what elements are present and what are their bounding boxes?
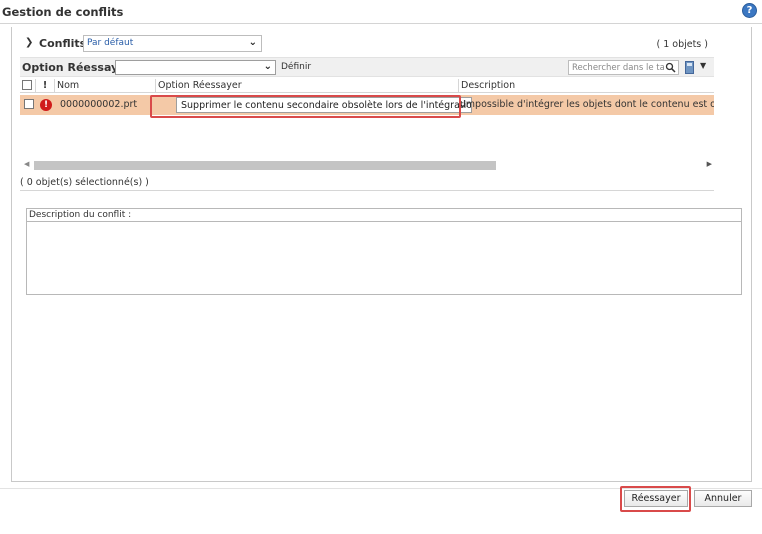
search-placeholder: Rechercher dans le tableau	[572, 63, 664, 73]
title-bar: Gestion de conflits ?	[0, 0, 762, 24]
row-checkbox-cell[interactable]	[22, 95, 36, 115]
view-select-value: Par défaut	[87, 38, 134, 48]
column-header-flag[interactable]: !	[36, 79, 55, 93]
conflict-description-panel: Description du conflit :	[26, 208, 742, 295]
search-icon[interactable]	[665, 62, 676, 73]
selection-status: ( 0 objet(s) sélectionné(s) )	[20, 174, 714, 191]
column-header-description[interactable]: Description	[459, 79, 714, 93]
object-count: ( 1 objets )	[656, 39, 708, 50]
table-toolbar: Option Réessayer ⌄ Définir Rechercher da…	[20, 57, 714, 77]
table-header: ! Nom Option Réessayer Description	[20, 79, 714, 93]
window-title: Gestion de conflits	[2, 5, 124, 19]
row-checkbox[interactable]	[24, 99, 34, 109]
select-all-checkbox[interactable]	[22, 80, 32, 90]
scroll-left-icon[interactable]: ◀	[24, 160, 29, 168]
row-name: 0000000002.prt	[60, 99, 138, 110]
define-button[interactable]: Définir	[281, 62, 311, 72]
conflict-description-label: Description du conflit :	[27, 209, 741, 222]
retry-callout-highlight	[620, 486, 691, 512]
caret-down-icon[interactable]: ▼	[700, 61, 706, 70]
scrollbar-thumb[interactable]	[34, 161, 496, 170]
column-header-name[interactable]: Nom	[55, 79, 156, 93]
horizontal-scrollbar[interactable]: ◀ ▶	[20, 160, 714, 171]
scroll-right-icon[interactable]: ▶	[707, 160, 712, 168]
row-flag-cell: !	[38, 95, 55, 115]
conflicts-title: Conflits	[39, 37, 87, 50]
cancel-button[interactable]: Annuler	[694, 490, 752, 507]
error-icon: !	[40, 99, 52, 111]
calculator-icon[interactable]	[685, 61, 694, 74]
chevron-down-icon[interactable]: ❯	[25, 37, 33, 48]
row-description: Impossible d'intégrer les objets dont le…	[463, 99, 714, 110]
select-all-checkbox-cell[interactable]	[20, 79, 36, 93]
retry-option-select[interactable]: ⌄	[115, 60, 276, 75]
column-header-option[interactable]: Option Réessayer	[156, 79, 459, 93]
view-select[interactable]: Par défaut ⌄	[83, 35, 262, 52]
chevron-down-icon: ⌄	[248, 37, 257, 48]
chevron-down-icon: ⌄	[263, 61, 272, 72]
search-input[interactable]: Rechercher dans le tableau	[568, 60, 679, 75]
help-icon[interactable]: ?	[742, 3, 757, 18]
option-callout-highlight	[150, 95, 461, 118]
